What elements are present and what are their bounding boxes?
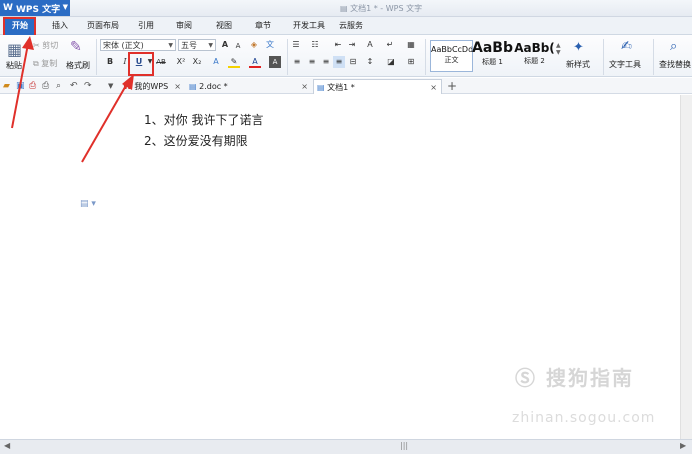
sogou-logo-icon: Ⓢ — [515, 366, 537, 390]
arrow-to-home-tab — [11, 43, 29, 129]
arrow-to-underline — [81, 81, 129, 163]
watermark-logo: Ⓢ 搜狗指南 — [515, 366, 634, 390]
arrow-head — [22, 36, 34, 50]
watermark-url: zhinan.sogou.com — [512, 410, 656, 426]
